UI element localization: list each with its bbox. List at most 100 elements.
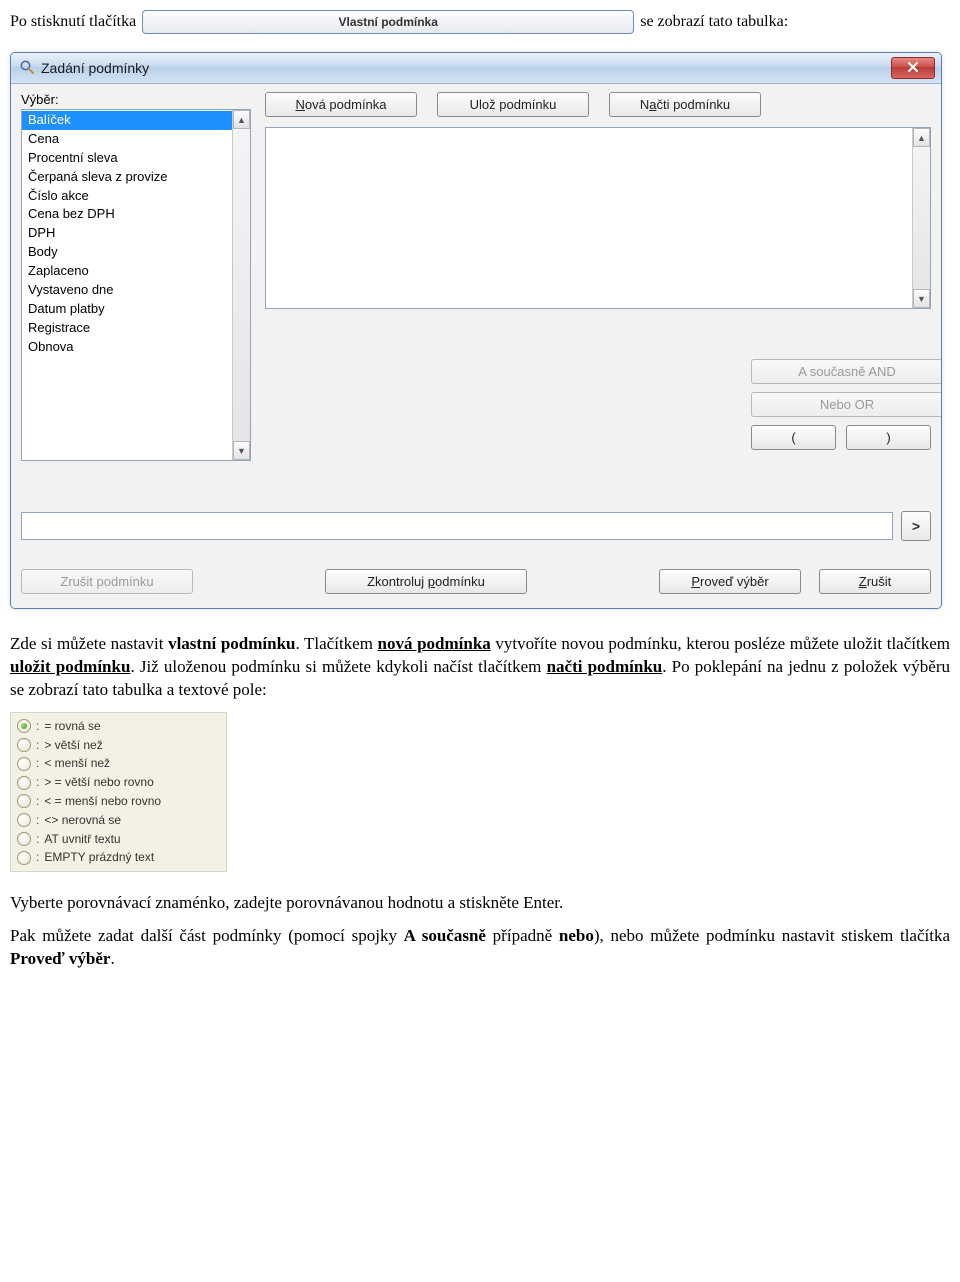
operator-row[interactable]: : EMPTY prázdný text xyxy=(11,848,226,867)
scroll-up-icon[interactable]: ▲ xyxy=(913,128,930,147)
load-condition-button[interactable]: Načti podmínku xyxy=(609,92,761,117)
cancel-condition-button[interactable]: Zrušit podmínku xyxy=(21,569,193,594)
new-condition-rest: ová podmínka xyxy=(305,97,387,112)
paragraph-1: Zde si můžete nastavit vlastní podmínku.… xyxy=(10,633,950,702)
operators-panel: : = rovná se: > větší než: < menší než: > = … xyxy=(10,712,227,872)
condition-dialog: Zadání podmínky Výběr: BalíčekCenaProcen… xyxy=(10,52,942,609)
go-button[interactable]: > xyxy=(901,511,931,541)
load-pre: N xyxy=(640,97,649,112)
p3-t2: případně xyxy=(486,926,559,945)
and-button[interactable]: A současně AND xyxy=(751,359,942,384)
colon: : xyxy=(36,774,39,791)
intro-text-before: Po stisknutí tlačítka xyxy=(10,13,136,31)
cancel-button[interactable]: Zrušit xyxy=(819,569,931,594)
radio-icon[interactable] xyxy=(17,832,31,846)
radio-icon[interactable] xyxy=(17,757,31,771)
list-item[interactable]: Balíček xyxy=(22,111,250,130)
operator-label: EMPTY prázdný text xyxy=(44,849,154,866)
operator-label: > = větší nebo rovno xyxy=(44,774,153,791)
operator-label: <> nerovná se xyxy=(44,812,121,829)
p1-bu3: načti podmínku xyxy=(547,657,663,676)
condition-textarea[interactable]: ▲ ▼ xyxy=(265,127,931,309)
check-underline: p xyxy=(428,574,435,589)
listbox-scrollbar[interactable]: ▲ ▼ xyxy=(232,110,250,460)
value-input[interactable] xyxy=(21,512,893,540)
operator-label: > větší než xyxy=(44,737,102,754)
check-condition-button[interactable]: Zkontroluj podmínku xyxy=(325,569,527,594)
operator-label: < = menší nebo rovno xyxy=(44,793,161,810)
list-item[interactable]: Cena xyxy=(22,130,250,149)
dialog-title: Zadání podmínky xyxy=(41,60,149,76)
list-item[interactable]: Zaplaceno xyxy=(22,262,250,281)
colon: : xyxy=(36,718,39,735)
p1-t2: . Tlačítkem xyxy=(296,634,378,653)
magnifier-icon xyxy=(19,59,35,78)
scroll-up-icon[interactable]: ▲ xyxy=(233,110,250,129)
dialog-titlebar: Zadání podmínky xyxy=(11,53,941,84)
list-item[interactable]: Procentní sleva xyxy=(22,149,250,168)
close-button[interactable] xyxy=(891,57,935,79)
list-item[interactable]: Číslo akce xyxy=(22,187,250,206)
selection-listbox[interactable]: BalíčekCenaProcentní slevaČerpaná sleva … xyxy=(21,109,251,461)
p3-t3: ), nebo můžete podmínku nastavit stiskem… xyxy=(594,926,950,945)
run-selection-button[interactable]: Proveď výběr xyxy=(659,569,801,594)
operator-label: = rovná se xyxy=(44,718,100,735)
radio-icon[interactable] xyxy=(17,794,31,808)
paragraph-2: Vyberte porovnávací znaménko, zadejte po… xyxy=(10,892,950,915)
operator-row[interactable]: : = rovná se xyxy=(11,717,226,736)
p3-t4: . xyxy=(110,949,114,968)
radio-icon[interactable] xyxy=(17,776,31,790)
radio-icon[interactable] xyxy=(17,813,31,827)
list-item[interactable]: Vystaveno dne xyxy=(22,281,250,300)
radio-icon[interactable] xyxy=(17,719,31,733)
colon: : xyxy=(36,755,39,772)
paragraph-3: Pak můžete zadat další část podmínky (po… xyxy=(10,925,950,971)
list-item[interactable]: Čerpaná sleva z provize xyxy=(22,168,250,187)
operator-row[interactable]: :AT uvnitř textu xyxy=(11,830,226,849)
check-pre: Zkontroluj xyxy=(367,574,428,589)
check-rest: odmínku xyxy=(435,574,485,589)
colon: : xyxy=(36,849,39,866)
operator-label: < menší než xyxy=(44,755,110,772)
list-item[interactable]: Body xyxy=(22,243,250,262)
new-condition-button[interactable]: Nová podmínka xyxy=(265,92,417,117)
rparen-button[interactable]: ) xyxy=(846,425,931,450)
load-rest: čti podmínku xyxy=(656,97,730,112)
run-underline: P xyxy=(691,574,700,589)
lparen-button[interactable]: ( xyxy=(751,425,836,450)
radio-icon[interactable] xyxy=(17,738,31,752)
select-label: Výběr: xyxy=(21,92,251,107)
radio-icon[interactable] xyxy=(17,851,31,865)
operator-row[interactable]: : < menší než xyxy=(11,754,226,773)
p1-b1: vlastní podmínku xyxy=(168,634,295,653)
cancel-underline: Z xyxy=(859,574,867,589)
operator-row[interactable]: : > = větší nebo rovno xyxy=(11,773,226,792)
operator-row[interactable]: : > větší než xyxy=(11,736,226,755)
list-item[interactable]: Cena bez DPH xyxy=(22,205,250,224)
save-condition-button[interactable]: Ulož podmínku xyxy=(437,92,589,117)
vlastni-podminka-button[interactable]: Vlastní podmínka xyxy=(142,10,634,34)
close-icon xyxy=(907,61,919,75)
textarea-scrollbar[interactable]: ▲ ▼ xyxy=(912,128,930,308)
colon: : xyxy=(36,737,39,754)
or-button[interactable]: Nebo OR xyxy=(751,392,942,417)
list-item[interactable]: Registrace xyxy=(22,319,250,338)
p3-b3: Proveď výběr xyxy=(10,949,110,968)
p3-b2: nebo xyxy=(559,926,594,945)
list-item[interactable]: Datum platby xyxy=(22,300,250,319)
p1-t3: vytvoříte novou podmínku, kterou posléze… xyxy=(491,634,950,653)
scroll-down-icon[interactable]: ▼ xyxy=(233,441,250,460)
scroll-down-icon[interactable]: ▼ xyxy=(913,289,930,308)
p1-t1: Zde si můžete nastavit xyxy=(10,634,168,653)
operator-row[interactable]: : < = menší nebo rovno xyxy=(11,792,226,811)
p3-t1: Pak můžete zadat další část podmínky (po… xyxy=(10,926,404,945)
list-item[interactable]: DPH xyxy=(22,224,250,243)
run-rest: roveď výběr xyxy=(700,574,769,589)
colon: : xyxy=(36,793,39,810)
operator-row[interactable]: :<> nerovná se xyxy=(11,811,226,830)
cancel-rest: rušit xyxy=(867,574,892,589)
p3-b1: A současně xyxy=(404,926,486,945)
colon: : xyxy=(36,831,39,848)
new-condition-underline: N xyxy=(295,97,304,112)
list-item[interactable]: Obnova xyxy=(22,338,250,357)
